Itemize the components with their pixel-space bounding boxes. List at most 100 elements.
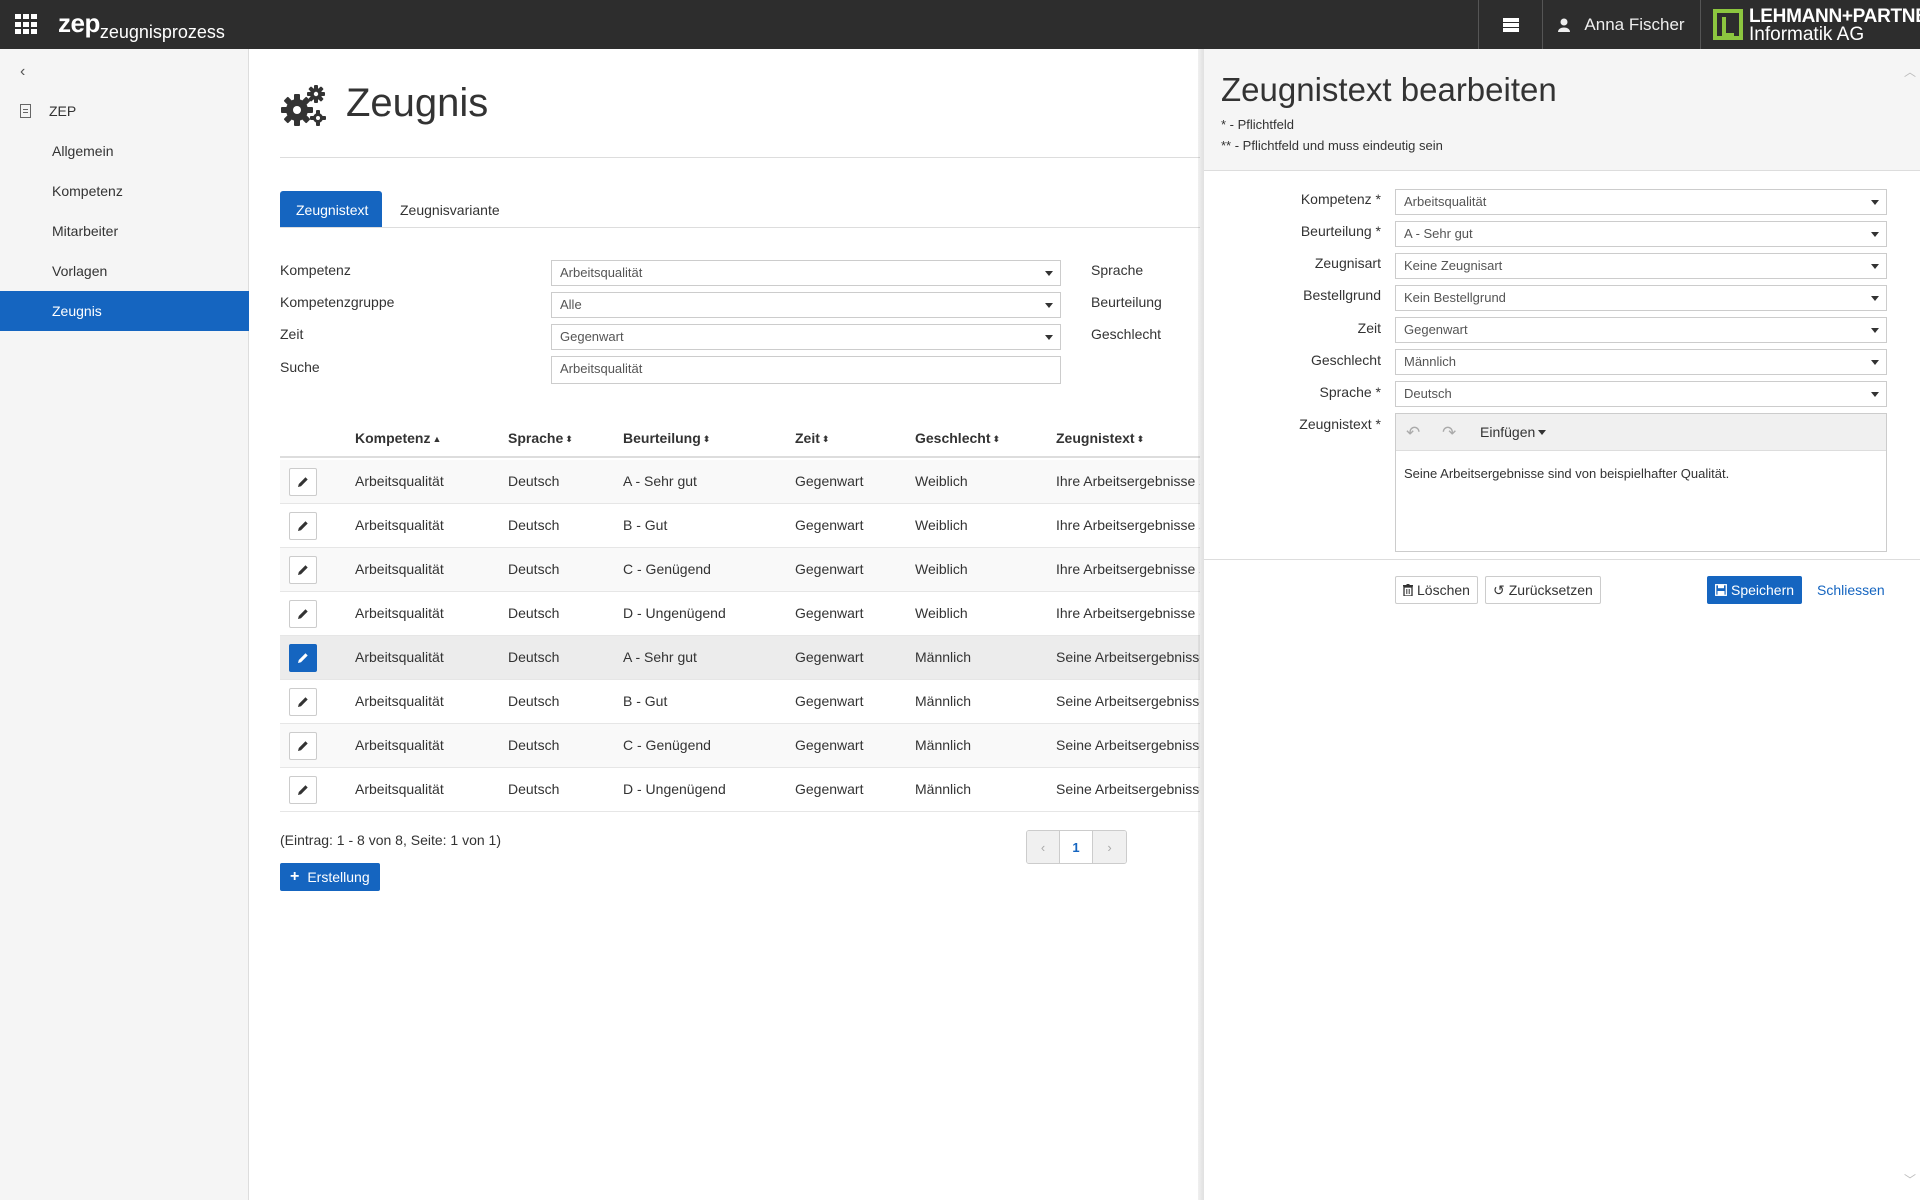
field-geschlecht-value: Männlich	[1404, 354, 1457, 369]
field-zeugnisart-select[interactable]: Keine Zeugnisart	[1395, 253, 1887, 279]
sidebar-item-vorlagen[interactable]: Vorlagen	[0, 251, 249, 291]
cell-beurteilung: D - Ungenügend	[623, 605, 726, 621]
cell-kompetenz: Arbeitsqualität	[355, 473, 444, 489]
edit-button[interactable]	[289, 776, 317, 804]
filter-gruppe-select[interactable]: Alle	[551, 292, 1061, 318]
cards-button[interactable]	[1478, 0, 1542, 49]
field-bestellgrund-select[interactable]: Kein Bestellgrund	[1395, 285, 1887, 311]
save-icon	[1715, 584, 1727, 596]
cell-zeit: Gegenwart	[795, 649, 864, 665]
tabs-divider	[280, 227, 1200, 228]
search-input[interactable]: Arbeitsqualität	[551, 356, 1061, 384]
close-link[interactable]: Schliessen	[1817, 582, 1885, 598]
sort-icon: ⬍	[992, 434, 1001, 444]
cell-sprache: Deutsch	[508, 737, 560, 753]
edit-button[interactable]	[289, 512, 317, 540]
table-row: Arbeitsqualität Deutsch C - Genügend Gegenw…	[280, 724, 1200, 768]
chevron-down-icon	[1538, 430, 1547, 435]
tab-zeugnistext[interactable]: Zeugnistext	[280, 191, 382, 228]
column-header-beurteilung[interactable]: Beurteilung ⬍	[623, 430, 710, 446]
field-bestellgrund-value: Kein Bestellgrund	[1404, 290, 1506, 305]
cell-sprache: Deutsch	[508, 605, 560, 621]
app-brand[interactable]: zepzeugnisprozess	[58, 8, 225, 42]
edit-button[interactable]	[289, 644, 317, 672]
company-logo-mark	[1713, 9, 1743, 40]
redo-icon[interactable]: ↷	[1442, 423, 1456, 443]
sidebar-item-mitarbeiter[interactable]: Mitarbeiter	[0, 211, 249, 251]
chevron-down-icon	[1045, 303, 1053, 308]
field-zeit-label: Zeit	[1357, 320, 1381, 336]
chevron-down-icon	[1871, 296, 1879, 301]
scroll-down-icon[interactable]: ﹀	[1904, 1171, 1916, 1188]
user-menu[interactable]: Anna Fischer	[1542, 0, 1700, 49]
pencil-icon	[298, 609, 308, 619]
field-zeit-value: Gegenwart	[1404, 322, 1468, 337]
editor-content[interactable]: Seine Arbeitsergebnisse sind von beispie…	[1396, 451, 1886, 496]
cell-sprache: Deutsch	[508, 693, 560, 709]
column-header-geschlecht[interactable]: Geschlecht ⬍	[915, 430, 1000, 446]
filter-gruppe-value: Alle	[560, 297, 582, 312]
filter-zeit-select[interactable]: Gegenwart	[551, 324, 1061, 350]
sidebar-item-label: Zeugnis	[52, 303, 102, 319]
scroll-up-icon[interactable]: ︿	[1904, 63, 1916, 80]
edit-button[interactable]	[289, 556, 317, 584]
company-logo: LEHMANN+PARTNER Informatik AG	[1700, 0, 1920, 49]
pagination-page[interactable]: 1	[1060, 831, 1093, 863]
column-header-zeit[interactable]: Zeit ⬍	[795, 430, 829, 446]
table-row: Arbeitsqualität Deutsch C - Genügend Gegenw…	[280, 548, 1200, 592]
create-button[interactable]: + Erstellung	[280, 863, 380, 891]
filter-sprache-label: Sprache	[1091, 262, 1144, 278]
cards-icon	[1502, 17, 1519, 32]
edit-button[interactable]	[289, 688, 317, 716]
save-button[interactable]: Speichern	[1707, 576, 1803, 604]
column-header-label: Beurteilung	[623, 430, 701, 446]
chevron-down-icon	[1045, 271, 1053, 276]
tab-zeugnisvariante[interactable]: Zeugnisvariante	[384, 191, 506, 228]
column-header-label: Zeit	[795, 430, 820, 446]
field-kompetenz-select[interactable]: Arbeitsqualität	[1395, 189, 1887, 215]
delete-button[interactable]: Löschen	[1395, 576, 1478, 604]
apps-grid-icon[interactable]	[15, 14, 39, 35]
cell-kompetenz: Arbeitsqualität	[355, 649, 444, 665]
sidebar-item-allgemein[interactable]: Allgemein	[0, 131, 249, 171]
plus-icon: +	[290, 868, 300, 885]
cell-kompetenz: Arbeitsqualität	[355, 605, 444, 621]
field-beurteilung-select[interactable]: A - Sehr gut	[1395, 221, 1887, 247]
pagination-prev[interactable]: ‹	[1027, 831, 1060, 863]
user-name: Anna Fischer	[1584, 14, 1685, 34]
cell-zeugnistext: Seine Arbeitsergebnisse	[1056, 693, 1200, 709]
table-header: Kompetenz ▲ Sprache ⬍ Beurteilung ⬍ Zeit ⬍ G…	[280, 418, 1200, 458]
pencil-icon	[298, 565, 308, 575]
sidebar-item-zeugnis[interactable]: Zeugnis	[0, 291, 249, 331]
field-sprache-select[interactable]: Deutsch	[1395, 381, 1887, 407]
field-geschlecht-select[interactable]: Männlich	[1395, 349, 1887, 375]
brand-sub: zeugnisprozess	[99, 22, 225, 42]
sidebar-item-kompetenz[interactable]: Kompetenz	[0, 171, 249, 211]
reset-button-label: Zurücksetzen	[1508, 582, 1593, 598]
back-chevron-icon[interactable]: ‹	[20, 63, 25, 81]
field-zeit-select[interactable]: Gegenwart	[1395, 317, 1887, 343]
sidebar-item-zep[interactable]: ZEP	[0, 91, 249, 131]
cell-zeit: Gegenwart	[795, 517, 864, 533]
reset-button[interactable]: ↺ Zurücksetzen	[1485, 576, 1601, 604]
main-content: Zeugnis Zeugnistext Zeugnisvariante Komp…	[250, 49, 1200, 1200]
company-name-line2: Informatik AG	[1749, 24, 1865, 45]
insert-menu[interactable]: Einfügen	[1480, 424, 1547, 440]
column-header-zeugnistext[interactable]: Zeugnistext ⬍	[1056, 430, 1144, 446]
cell-geschlecht: Männlich	[915, 693, 972, 709]
edit-button[interactable]	[289, 732, 317, 760]
edit-button[interactable]	[289, 600, 317, 628]
undo-icon[interactable]: ↶	[1406, 423, 1420, 443]
edit-button[interactable]	[289, 468, 317, 496]
field-beurteilung-value: A - Sehr gut	[1404, 226, 1473, 241]
filter-kompetenz-select[interactable]: Arbeitsqualität	[551, 260, 1061, 286]
cell-geschlecht: Männlich	[915, 737, 972, 753]
cell-kompetenz: Arbeitsqualität	[355, 517, 444, 533]
panel-header: Zeugnistext bearbeiten * - Pflichtfeld *…	[1204, 49, 1920, 171]
column-header-sprache[interactable]: Sprache ⬍	[508, 430, 573, 446]
pagination-next[interactable]: ›	[1093, 831, 1126, 863]
column-header-kompetenz[interactable]: Kompetenz ▲	[355, 430, 441, 446]
cell-zeugnistext: Ihre Arbeitsergebnisse s	[1056, 561, 1200, 577]
pencil-icon	[298, 653, 308, 663]
document-icon	[20, 104, 31, 118]
